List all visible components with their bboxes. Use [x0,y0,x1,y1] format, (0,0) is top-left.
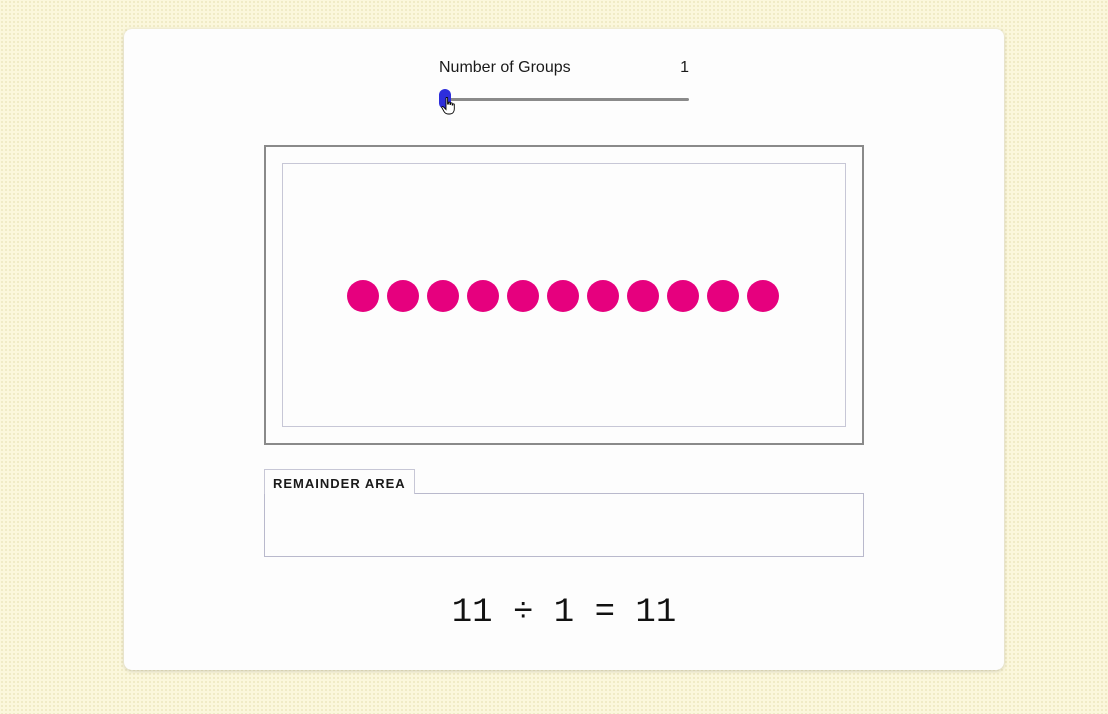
dots-row [347,280,779,312]
remainder-area [264,493,864,557]
counter-dot [707,280,739,312]
counter-dot [427,280,459,312]
counter-dot [467,280,499,312]
group-box [282,163,846,427]
equation: 11 ÷ 1 = 11 [451,594,677,632]
counter-dot [507,280,539,312]
remainder-area-label: REMAINDER AREA [264,469,415,494]
slider-value: 1 [680,59,689,76]
counter-dot [347,280,379,312]
counter-dot [547,280,579,312]
counter-dot [387,280,419,312]
counter-dot [667,280,699,312]
slider-track[interactable] [439,98,689,101]
counter-dot [587,280,619,312]
slider-label: Number of Groups [439,59,571,76]
groups-area [264,145,864,445]
counter-dot [747,280,779,312]
division-card: Number of Groups 1 REMAINDER AREA 11 ÷ 1… [124,29,1004,670]
hand-pointer-icon [441,97,455,115]
groups-slider-control: Number of Groups 1 [439,57,689,117]
counter-dot [627,280,659,312]
